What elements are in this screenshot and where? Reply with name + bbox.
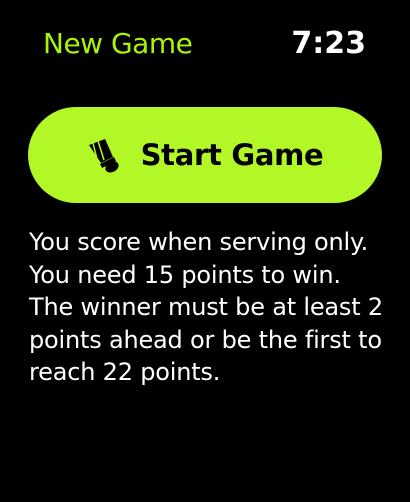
start-game-button[interactable]: Start Game: [28, 107, 382, 203]
shuttlecock-icon: [87, 137, 121, 173]
status-bar: New Game 7:23: [0, 0, 410, 90]
rules-description: You score when serving only. You need 15…: [29, 228, 383, 386]
clock: 7:23: [291, 26, 366, 61]
nav-title[interactable]: New Game: [43, 26, 193, 62]
start-game-label: Start Game: [140, 138, 324, 172]
